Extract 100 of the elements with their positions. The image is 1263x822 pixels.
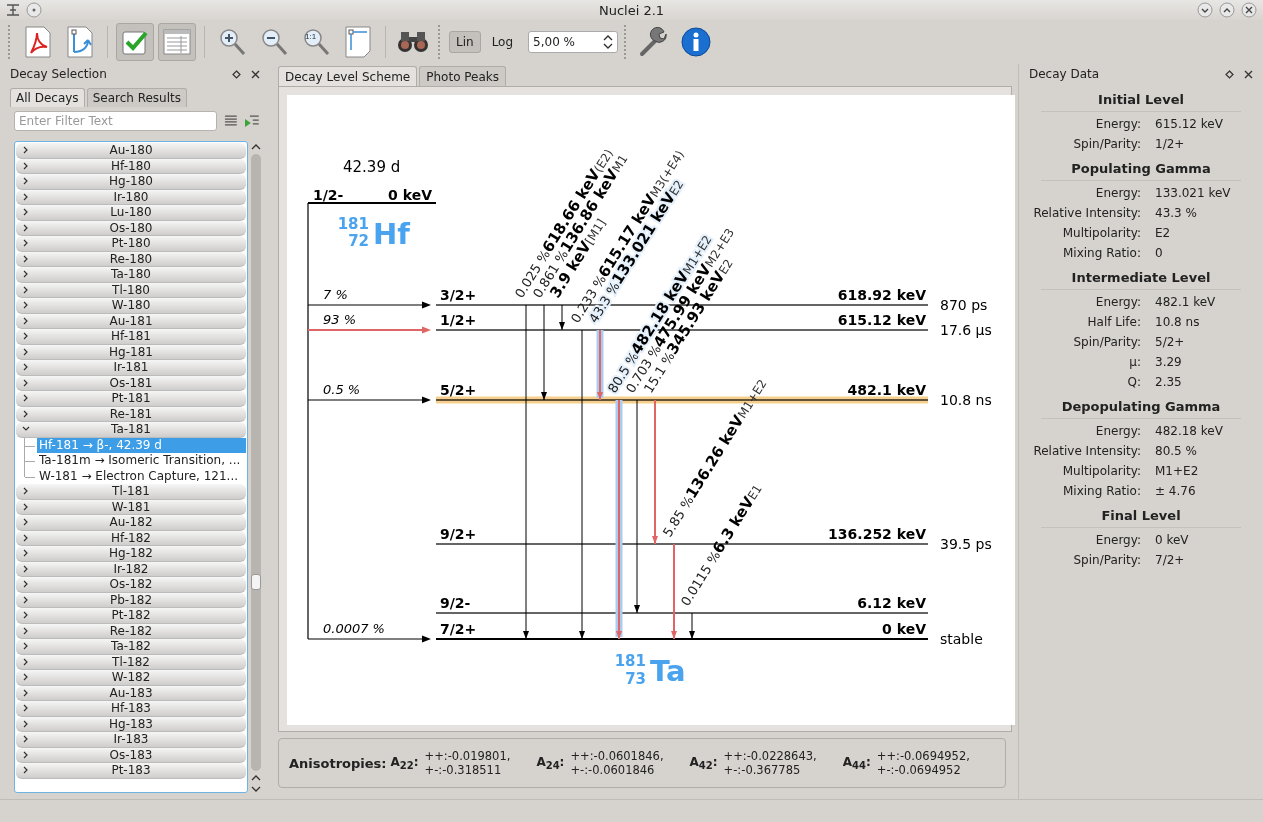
gamma-arrow[interactable]: [689, 612, 695, 640]
threshold-spinbox[interactable]: 5,00 %: [528, 31, 619, 53]
chevron-icon[interactable]: [22, 487, 30, 496]
tree-item[interactable]: Hg-180: [16, 174, 246, 190]
chevron-icon[interactable]: [22, 735, 30, 744]
chevron-icon[interactable]: [22, 239, 30, 248]
chevron-icon[interactable]: [22, 642, 30, 651]
tree-item[interactable]: Ta-180: [16, 267, 246, 283]
scale-toggle[interactable]: Lin: [449, 31, 481, 53]
chevron-icon[interactable]: [22, 192, 30, 201]
field-label: Energy:: [1094, 294, 1141, 311]
tree-item[interactable]: Pt-182: [16, 608, 246, 624]
scroll-up-icon[interactable]: [251, 143, 261, 151]
chevron-icon[interactable]: [22, 146, 30, 155]
tree-item[interactable]: W-182: [16, 670, 246, 686]
tab[interactable]: Photo Peaks: [419, 66, 507, 86]
tab[interactable]: All Decays: [10, 88, 85, 107]
gamma-arrow[interactable]: [523, 304, 529, 640]
chevron-icon[interactable]: [22, 704, 30, 713]
chevron-icon[interactable]: [22, 595, 30, 604]
tree-item[interactable]: Tl-181: [16, 484, 246, 500]
section-title: Populating Gamma: [1041, 161, 1241, 181]
tree-item[interactable]: Ir-181: [16, 360, 246, 376]
energy-label: 615.12 keV: [837, 312, 926, 328]
close-icon[interactable]: [1241, 2, 1257, 18]
chevron-icon[interactable]: [22, 223, 30, 232]
tree-item-label: W-180: [110, 298, 152, 313]
tree-item[interactable]: W-180: [16, 298, 246, 314]
tree-item[interactable]: Hf-181: [16, 329, 246, 345]
scroll-down-icon[interactable]: [251, 785, 261, 793]
tree-item[interactable]: Ir-183: [16, 732, 246, 748]
chevron-icon[interactable]: [22, 378, 30, 387]
field-label: Mixing Ratio:: [1062, 245, 1141, 262]
chevron-icon[interactable]: [22, 285, 30, 294]
chevron-icon[interactable]: [22, 363, 30, 372]
chevron-icon[interactable]: [22, 518, 30, 527]
tree-item[interactable]: Au-182: [16, 515, 246, 531]
gamma-arrow[interactable]: [634, 399, 640, 614]
chevron-icon[interactable]: [22, 580, 30, 589]
decay-item[interactable]: Ta-181m → Isomeric Transition, ...: [37, 453, 246, 469]
chevron-icon[interactable]: [22, 332, 30, 341]
scroll-up-icon[interactable]: [251, 774, 261, 782]
tree-item[interactable]: Os-182: [16, 577, 246, 593]
spin-label: 9/2-: [440, 595, 471, 611]
decay-item[interactable]: W-181 → Electron Capture, 121...: [37, 468, 246, 484]
gamma-arrow[interactable]: [579, 329, 585, 640]
window-menu-icon[interactable]: [6, 4, 20, 16]
chevron-icon[interactable]: [22, 316, 30, 325]
tab[interactable]: Decay Level Scheme: [278, 66, 418, 86]
chevron-icon[interactable]: [22, 394, 30, 403]
chevron-icon[interactable]: [22, 673, 30, 682]
float-icon[interactable]: [232, 69, 241, 79]
tree-item-label: Hg-181: [108, 344, 154, 359]
chevron-icon[interactable]: [22, 177, 30, 186]
chevron-icon[interactable]: [22, 549, 30, 558]
chevron-icon[interactable]: [22, 688, 30, 697]
tree-item[interactable]: Au-180: [16, 143, 246, 159]
tree-item[interactable]: Ta-181: [16, 422, 246, 438]
tab[interactable]: Search Results: [86, 88, 187, 107]
chevron-icon[interactable]: [22, 657, 30, 666]
list-icon[interactable]: [222, 114, 239, 128]
chevron-icon[interactable]: [22, 254, 30, 263]
field-label: Relative Intensity:: [1032, 205, 1141, 222]
chevron-icon[interactable]: [22, 208, 30, 217]
chevron-icon[interactable]: [22, 750, 30, 759]
close-icon[interactable]: [251, 69, 260, 79]
tree-item[interactable]: Ta-182: [16, 639, 246, 655]
chevron-icon[interactable]: [22, 626, 30, 635]
filter-run-icon[interactable]: [244, 114, 260, 128]
chevron-icon[interactable]: [22, 409, 30, 418]
chevron-icon[interactable]: [22, 564, 30, 573]
gamma-arrow[interactable]: [541, 304, 547, 401]
chevron-icon[interactable]: [22, 766, 30, 775]
tree-item-label: Au-183: [108, 685, 154, 700]
chevron-icon[interactable]: [22, 611, 30, 620]
tree-item[interactable]: Pt-180: [16, 236, 246, 252]
scrollbar-thumb[interactable]: [251, 574, 261, 590]
tree-item[interactable]: Pt-181: [16, 391, 246, 407]
maximize-icon[interactable]: [1219, 2, 1235, 18]
check-button[interactable]: [116, 23, 154, 61]
chevron-icon[interactable]: [22, 533, 30, 542]
close-icon[interactable]: [1244, 69, 1253, 79]
chevron-icon[interactable]: [22, 719, 30, 728]
chevron-icon[interactable]: [22, 161, 30, 170]
minimize-icon[interactable]: [1197, 2, 1213, 18]
zoom-reset-button[interactable]: 1:1: [297, 23, 335, 61]
float-icon[interactable]: [1225, 69, 1234, 79]
scale-toggle[interactable]: Log: [484, 31, 521, 53]
spin-arrows-icon[interactable]: [603, 34, 614, 50]
tree-item[interactable]: Hf-183: [16, 701, 246, 717]
gamma-arrow[interactable]: [596, 329, 604, 401]
chevron-icon[interactable]: [22, 347, 30, 356]
tree-item[interactable]: Hg-182: [16, 546, 246, 562]
chevron-icon[interactable]: [22, 502, 30, 511]
tree-item[interactable]: Lu-180: [16, 205, 246, 221]
gamma-arrow[interactable]: [559, 304, 565, 331]
tree-item[interactable]: Pt-183: [16, 763, 246, 779]
filter-field[interactable]: Enter Filter Text: [14, 111, 217, 131]
chevron-icon[interactable]: [22, 270, 30, 279]
chevron-icon[interactable]: [22, 301, 30, 310]
